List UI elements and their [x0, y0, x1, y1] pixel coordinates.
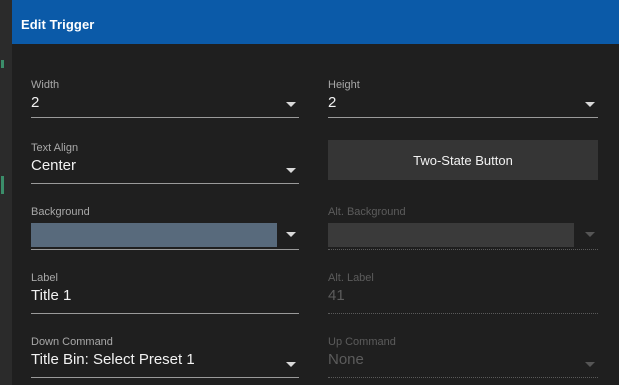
field-underline — [31, 183, 299, 184]
alt-label-field-label: Alt. Label — [328, 272, 374, 284]
field-underline — [31, 313, 299, 314]
two-state-button[interactable]: Two-State Button — [328, 140, 598, 180]
edit-trigger-dialog: Edit Trigger Width 2 Height 2 Text Align… — [12, 0, 619, 385]
text-align-value: Center — [31, 157, 77, 174]
chevron-down-icon — [585, 232, 595, 237]
chevron-down-icon[interactable] — [585, 102, 595, 107]
chevron-down-icon[interactable] — [286, 102, 296, 107]
height-value: 2 — [328, 94, 337, 111]
background-color-swatch[interactable] — [31, 223, 277, 247]
field-underline — [328, 117, 598, 118]
chevron-down-icon[interactable] — [286, 232, 296, 237]
width-label: Width — [31, 79, 60, 91]
down-command-label: Down Command — [31, 336, 113, 348]
label-field-label: Label — [31, 272, 58, 284]
height-select[interactable]: Height 2 — [328, 79, 598, 118]
field-underline — [328, 377, 598, 378]
text-align-label: Text Align — [31, 142, 79, 154]
up-command-label: Up Command — [328, 336, 396, 348]
chevron-down-icon[interactable] — [286, 362, 296, 367]
field-underline — [328, 313, 598, 314]
width-value: 2 — [31, 94, 40, 111]
field-underline — [31, 117, 299, 118]
chevron-down-icon — [585, 362, 595, 367]
field-underline — [31, 249, 299, 250]
down-command-value: Title Bin: Select Preset 1 — [31, 351, 195, 368]
height-label: Height — [328, 79, 360, 91]
field-underline — [31, 377, 299, 378]
alt-background-color-picker: Alt. Background — [328, 206, 598, 250]
alt-background-color-swatch — [328, 223, 574, 247]
background-label: Background — [31, 206, 90, 218]
field-underline — [328, 249, 598, 250]
text-align-select[interactable]: Text Align Center — [31, 142, 299, 184]
edge-marker — [1, 60, 4, 68]
label-value: Title 1 — [31, 287, 72, 304]
background-color-picker[interactable]: Background — [31, 206, 299, 250]
down-command-select[interactable]: Down Command Title Bin: Select Preset 1 — [31, 336, 299, 378]
alt-label-input: Alt. Label 41 — [328, 272, 598, 314]
alt-label-value: 41 — [328, 287, 345, 304]
label-input[interactable]: Label Title 1 — [31, 272, 299, 314]
alt-background-label: Alt. Background — [328, 206, 406, 218]
up-command-select: Up Command None — [328, 336, 598, 378]
dialog-title: Edit Trigger — [12, 0, 619, 44]
width-select[interactable]: Width 2 — [31, 79, 299, 118]
background-panel-edge — [0, 0, 12, 385]
edge-marker — [1, 176, 4, 194]
chevron-down-icon[interactable] — [286, 168, 296, 173]
up-command-value: None — [328, 351, 364, 368]
